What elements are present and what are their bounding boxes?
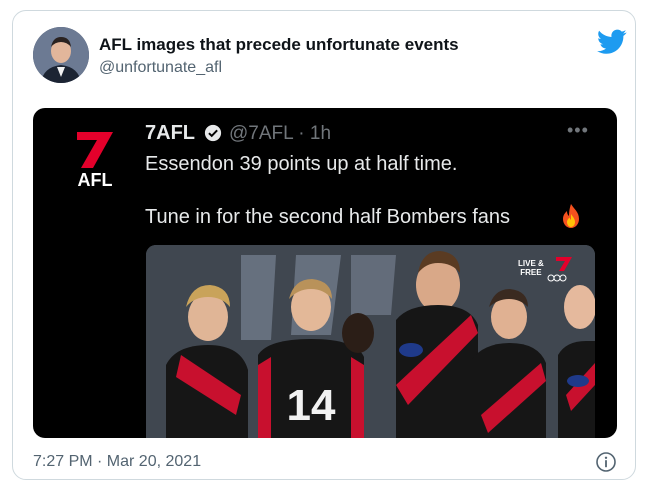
fire-emoji-icon: [563, 204, 579, 228]
author-handle[interactable]: @unfortunate_afl: [99, 59, 222, 77]
author-name[interactable]: AFL images that precede unfortunate even…: [99, 35, 459, 55]
embedded-handle-time: @7AFL · 1h: [229, 123, 332, 144]
embedded-tweet-line-1: Essendon 39 points up at half time.: [145, 153, 458, 175]
tweet-card[interactable]: AFL images that precede unfortunate even…: [12, 10, 636, 480]
badge-line-2: FREE: [520, 268, 542, 277]
seven-network-logo: AFL: [77, 132, 113, 190]
embedded-tweet-image[interactable]: AFL 7AFL @7AFL · 1h ••• Essendon 39 poin…: [33, 108, 617, 438]
info-icon[interactable]: [595, 451, 617, 473]
badge-line-1: LIVE &: [518, 259, 544, 268]
jersey-number: 14: [287, 381, 336, 430]
author-avatar[interactable]: [33, 27, 89, 83]
embedded-author-name: 7AFL: [145, 122, 195, 144]
more-dots-icon: •••: [567, 120, 589, 140]
players-photo: 14 LIVE & FREE: [146, 245, 595, 438]
embedded-tweet-line-2: Tune in for the second half Bombers fans: [145, 206, 511, 228]
twitter-bird-icon[interactable]: [597, 29, 627, 55]
afl-logo-text: AFL: [78, 170, 113, 190]
verified-badge-icon: [204, 124, 222, 142]
tweet-timestamp[interactable]: 7:27 PM · Mar 20, 2021: [33, 453, 201, 471]
avatar-image: [33, 27, 89, 83]
live-free-badge: LIVE & FREE: [518, 259, 544, 277]
